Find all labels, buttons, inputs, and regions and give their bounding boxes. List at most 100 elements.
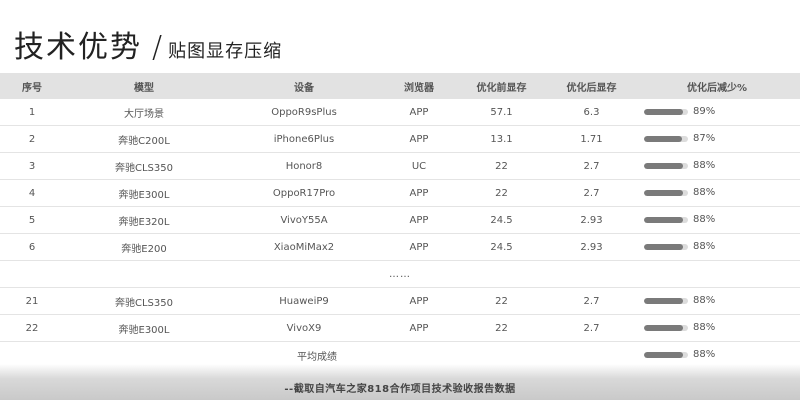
table-cell: 奔驰E300L [64,314,224,342]
reduction-bar-fill [644,162,683,169]
table-cell: 22 [454,179,549,207]
table-cell: 2.7 [549,287,634,315]
table-cell: 2.7 [549,179,634,207]
table-cell: 1 [0,99,64,126]
table-cell: 24.5 [454,233,549,261]
table-cell: 2 [0,125,64,153]
table-row: 5 奔驰E320L VivoY55A APP 24.5 2.93 88% [0,206,800,234]
reduction-bar-fill [644,189,683,196]
table-cell: 1.71 [549,125,634,153]
table-cell: 21 [0,287,64,315]
reduction-bar [644,162,688,169]
table-cell: 6.3 [549,99,634,126]
reduction-cell: 88% [634,179,800,207]
results-table: 序号 模型 设备 浏览器 优化前显存 优化后显存 优化后减少% 1 大厅场景 OppoR9sPl… [0,73,800,369]
table-header-row: 序号 模型 设备 浏览器 优化前显存 优化后显存 优化后减少% [0,73,800,99]
table-body: 1 大厅场景 OppoR9sPlus APP 57.1 6.3 89% 2 奔驰C200L iPh… [0,99,800,369]
reduction-bar [644,216,688,223]
table-cell: APP [384,314,454,342]
table-cell: 6 [0,233,64,261]
table-cell: 22 [0,314,64,342]
table-cell: 22 [454,287,549,315]
table-cell: 2.7 [549,314,634,342]
reduction-bar-fill [644,324,683,331]
reduction-bar-fill [644,108,684,115]
reduction-bar [644,243,688,250]
table-cell: Honor8 [224,152,384,180]
column-header: 模型 [64,73,224,99]
table-cell: 24.5 [454,206,549,234]
reduction-bar-fill [644,351,683,358]
table-cell: 奔驰CLS350 [64,287,224,315]
title-main: 技术优势 [14,30,142,65]
reduction-bar [644,351,688,358]
table-row: 1 大厅场景 OppoR9sPlus APP 57.1 6.3 89% [0,99,800,126]
footer-note: --截取自汽车之家818合作项目技术验收报告数据 [284,383,516,395]
table-row: 6 奔驰E200 XiaoMiMax2 APP 24.5 2.93 88% [0,233,800,261]
column-header: 设备 [224,73,384,99]
reduction-bar [644,189,688,196]
reduction-bar-fill [644,243,683,250]
table-cell: APP [384,99,454,126]
table-cell: 13.1 [454,125,549,153]
ellipsis: …… [0,260,800,288]
column-header: 优化后显存 [549,73,634,99]
reduction-bar-fill [644,216,683,223]
table-cell: 奔驰E300L [64,179,224,207]
reduction-cell: 88% [634,314,800,342]
table-cell: APP [384,125,454,153]
table-cell: APP [384,287,454,315]
reduction-percent: 88% [693,187,716,199]
title-slash: / [152,30,163,65]
reduction-bar [644,108,688,115]
reduction-percent: 88% [693,160,716,172]
table-cell: 57.1 [454,99,549,126]
table-row: 21 奔驰CLS350 HuaweiP9 APP 22 2.7 88% [0,287,800,315]
reduction-cell: 88% [634,287,800,315]
reduction-bar [644,297,688,304]
table-row: 2 奔驰C200L iPhone6Plus APP 13.1 1.71 87% [0,125,800,153]
table-cell: 奔驰C200L [64,125,224,153]
reduction-percent: 88% [693,349,716,361]
table-cell: 奔驰CLS350 [64,152,224,180]
table-cell: 5 [0,206,64,234]
table-cell: 4 [0,179,64,207]
table-row: 4 奔驰E300L OppoR17Pro APP 22 2.7 88% [0,179,800,207]
reduction-cell: 88% [634,152,800,180]
reduction-bar-fill [644,297,683,304]
reduction-bar [644,135,688,142]
table-cell: iPhone6Plus [224,125,384,153]
title-subtitle: 贴图显存压缩 [168,41,283,62]
table-cell: XiaoMiMax2 [224,233,384,261]
table-row: 22 奔驰E300L VivoX9 APP 22 2.7 88% [0,314,800,342]
reduction-percent: 88% [693,322,716,334]
reduction-percent: 88% [693,295,716,307]
table-cell: 3 [0,152,64,180]
reduction-percent: 87% [693,133,716,145]
reduction-cell: 88% [634,233,800,261]
table-cell: OppoR9sPlus [224,99,384,126]
table-cell: 奔驰E200 [64,233,224,261]
column-header: 优化后减少% [634,73,800,99]
table-cell: 22 [454,314,549,342]
table-cell: 大厅场景 [64,99,224,126]
page-title: 技术优势 / 贴图显存压缩 [14,22,283,65]
table-cell: APP [384,179,454,207]
table-cell: VivoX9 [224,314,384,342]
reduction-cell: 88% [634,206,800,234]
column-header: 浏览器 [384,73,454,99]
table-row: 3 奔驰CLS350 Honor8 UC 22 2.7 88% [0,152,800,180]
reduction-cell: 87% [634,125,800,153]
column-header: 序号 [0,73,64,99]
reduction-percent: 88% [693,241,716,253]
table-cell: VivoY55A [224,206,384,234]
reduction-percent: 88% [693,214,716,226]
reduction-percent: 89% [693,106,716,118]
table-cell: HuaweiP9 [224,287,384,315]
reduction-cell: 89% [634,99,800,126]
table-cell: OppoR17Pro [224,179,384,207]
table-cell: 奔驰E320L [64,206,224,234]
ellipsis-row: …… [0,260,800,288]
table-cell: 2.93 [549,233,634,261]
column-header: 优化前显存 [454,73,549,99]
